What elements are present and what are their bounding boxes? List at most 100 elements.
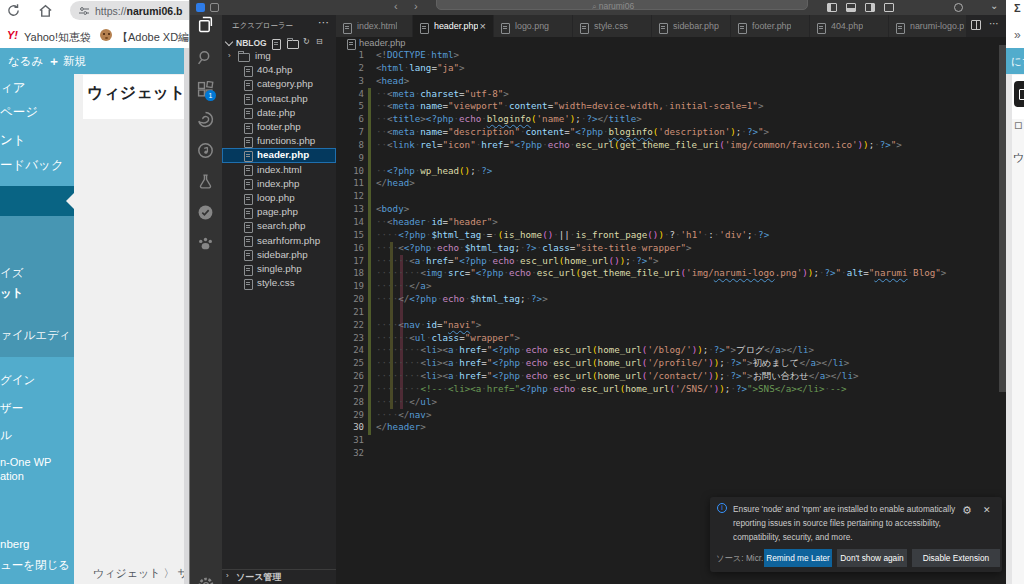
search-icon[interactable] [197, 49, 215, 67]
code-line-3: 3<head> [336, 75, 1006, 88]
preview-icon[interactable] [197, 142, 215, 160]
explorer-file-page.php[interactable]: page.php [222, 205, 336, 219]
wp-sidebar-item[interactable]: イズ [0, 266, 24, 281]
explorer-file-single.php[interactable]: single.php [222, 262, 336, 276]
explorer-file-sidebar.php[interactable]: sidebar.php [222, 248, 336, 262]
wp-sidebar-item[interactable]: n-One WP [0, 456, 51, 468]
file-icon [244, 194, 253, 205]
layout-secondary-sidebar-icon[interactable] [865, 3, 875, 12]
wp-sidebar-item[interactable]: nberg [0, 538, 29, 550]
files-icon[interactable] [197, 16, 215, 34]
block-inserter-button[interactable] [1014, 81, 1024, 107]
browser-extension-icon[interactable]: Σ [1014, 2, 1021, 14]
explorer-file-searhform.php[interactable]: searhform.php [222, 234, 336, 248]
wp-current-menu-item[interactable] [0, 186, 74, 216]
code-line-31: 31 [336, 434, 1006, 447]
explorer-file-404.php[interactable]: 404.php [222, 63, 336, 77]
tab-logo.png[interactable]: logo.png [494, 15, 573, 37]
admin-bar-site-name[interactable]: なるみ [8, 54, 43, 69]
explorer-file-index.php[interactable]: index.php [222, 177, 336, 191]
edge-icon[interactable] [197, 111, 215, 129]
notification-gear-icon[interactable]: ⚙ [962, 504, 972, 517]
code-line-22: 22····<nav·id="navi"> [336, 319, 1006, 332]
wp-sidebar-item[interactable]: ation [0, 470, 24, 482]
explorer-file-footer.php[interactable]: footer.php [222, 120, 336, 134]
button-disable-extension[interactable]: Disable Extension [912, 549, 1000, 567]
tab-404.php[interactable]: 404.php [810, 15, 889, 37]
code-line-19: 19······</a> [336, 280, 1006, 293]
explorer-file-search.php[interactable]: search.php [222, 219, 336, 233]
admin-bar-greeting-fragment[interactable]: にち [1011, 55, 1024, 69]
tab-more-icon[interactable]: ⋯ [989, 18, 999, 29]
settings-gear-icon[interactable] [197, 576, 215, 584]
tab-style.css[interactable]: style.css [573, 15, 652, 37]
nav-back-icon[interactable]: ‹ [394, 0, 398, 12]
bookmark-adobe-xd[interactable]: 【Adobe XD編】デザイ.. [117, 30, 189, 45]
explorer-file-header.php[interactable]: header.php [222, 148, 336, 162]
titlebar-extra-icon[interactable] [954, 3, 963, 12]
wp-sidebar-item[interactable]: ィア [0, 80, 26, 97]
button-remind-me-later[interactable]: Remind me Later [764, 549, 832, 567]
vscode-titlebar: ‹ › ⌕ narumi06 ⌄ [190, 0, 1006, 15]
collapse-folders-icon[interactable]: ⊟ [316, 37, 323, 46]
notification-close-icon[interactable]: ✕ [983, 505, 991, 515]
new-file-icon[interactable] [272, 39, 281, 50]
paw-icon[interactable] [197, 235, 215, 253]
layout-panel-icon[interactable] [846, 3, 856, 12]
tab-footer.php[interactable]: footer.php [731, 15, 810, 37]
wp-sidebar-item[interactable]: ページ [0, 104, 38, 121]
code-line-12: 12 [336, 190, 1006, 203]
wp-sidebar-item[interactable]: ント [0, 132, 26, 149]
explorer-file-functions.php[interactable]: functions.php [222, 134, 336, 148]
browser-scrollbar[interactable] [1006, 74, 1012, 584]
url-bar[interactable]: https://narumi06.b [70, 1, 200, 20]
explorer-file-date.php[interactable]: date.php [222, 106, 336, 120]
wp-sidebar-item[interactable]: ードバック [0, 157, 64, 174]
source-control-section[interactable]: › ソース管理 [222, 570, 336, 584]
explorer-file-category.php[interactable]: category.php [222, 77, 336, 91]
wp-current-menu-arrow [66, 193, 74, 209]
explorer-file-style.css[interactable]: style.css [222, 276, 336, 290]
button-don-t-show-again[interactable]: Don't show again [837, 549, 907, 567]
explorer-file-index.html[interactable]: index.html [222, 163, 336, 177]
layout-customize-icon[interactable] [884, 3, 894, 12]
file-icon [817, 23, 826, 34]
reload-icon[interactable] [6, 3, 21, 18]
bookmark-yahoo[interactable]: Yahoo!知恵袋 [24, 30, 91, 45]
titlebar-more-icon[interactable]: ⌄ [990, 0, 998, 11]
explorer-file-loop.php[interactable]: loop.php [222, 191, 336, 205]
new-folder-icon[interactable] [287, 40, 299, 49]
extensions-badge: 1 [205, 90, 216, 101]
wp-sidebar-item[interactable]: ァイルエディ [0, 328, 71, 343]
editor-scrollbar[interactable] [999, 45, 1006, 392]
explorer-more-icon[interactable]: ⋯ [318, 16, 329, 29]
close-tab-icon[interactable]: × [480, 20, 486, 32]
nav-forward-icon[interactable]: › [414, 0, 418, 12]
wp-sidebar-item[interactable]: グイン [0, 373, 35, 388]
command-center-search[interactable]: ⌕ narumi06 [436, 0, 808, 10]
code-line-7: 7··<meta·name="description"·content="<?p… [336, 126, 1006, 139]
tab-index.html[interactable]: index.html [336, 15, 413, 37]
flask-icon[interactable] [197, 173, 215, 191]
bookmarks-overflow-chevron[interactable]: » [1014, 28, 1021, 42]
file-icon [244, 222, 253, 233]
refresh-icon[interactable]: ↻ [303, 37, 310, 46]
explorer-file-contact.php[interactable]: contact.php [222, 92, 336, 106]
admin-bar-new[interactable]: 新規 [63, 54, 86, 69]
explorer-title: エクスプローラー [232, 21, 293, 31]
home-icon[interactable] [38, 3, 53, 18]
tab-narumi-logo.pn[interactable]: narumi-logo.pn [889, 15, 967, 37]
explorer-file-img[interactable]: ›img [222, 49, 336, 63]
wp-sidebar-item[interactable]: ザー [0, 401, 23, 416]
site-info-icon[interactable] [79, 6, 89, 16]
layout-sidebar-icon[interactable] [827, 3, 837, 12]
tab-sidebar.php[interactable]: sidebar.php [652, 15, 731, 37]
code-line-18: 18········<img·src="<?php·echo·esc_url(g… [336, 267, 1006, 280]
wp-sidebar-item[interactable]: ル [0, 428, 12, 443]
explorer-section-row[interactable]: NBLOG ↻ ⊟ [222, 36, 336, 50]
wp-sidebar-item[interactable]: ューを閉じる [0, 558, 70, 573]
check-icon[interactable] [197, 204, 215, 222]
split-editor-icon[interactable] [971, 20, 981, 30]
wp-sidebar-item[interactable]: ット [0, 286, 24, 301]
tab-header.php[interactable]: header.php× [413, 15, 494, 37]
